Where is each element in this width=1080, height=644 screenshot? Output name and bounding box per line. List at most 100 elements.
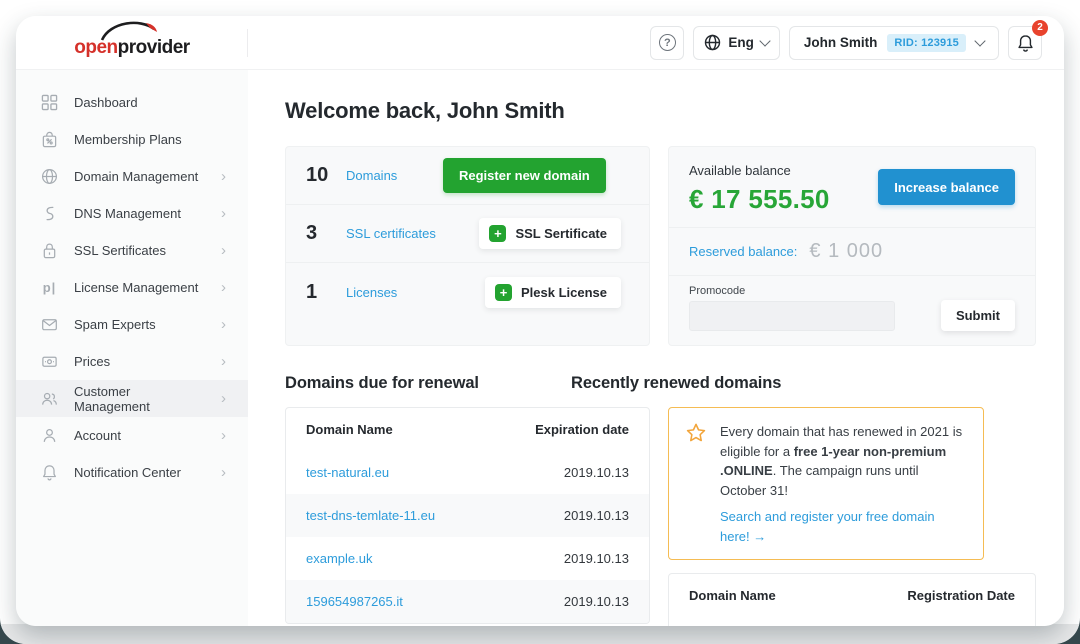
promo-banner-text: Every domain that has renewed in 2021 is…: [720, 422, 967, 546]
lock-icon: [40, 242, 59, 259]
sidebar-item-label: Domain Management: [74, 169, 198, 184]
sidebar: Dashboard Membership Plans Domain Manage…: [16, 70, 248, 626]
stat-row-licenses: 1 Licenses Plesk License: [286, 263, 649, 321]
sidebar-item-account[interactable]: Account: [16, 417, 248, 454]
chevron-down-icon: [759, 35, 770, 46]
add-ssl-sertificate-button[interactable]: SSL Sertificate: [479, 218, 621, 249]
sidebar-item-license-management[interactable]: p| License Management: [16, 269, 248, 306]
chevron-right-icon: [221, 465, 226, 480]
openprovider-logo[interactable]: openprovider: [74, 28, 189, 57]
sidebar-item-label: Account: [74, 428, 121, 443]
sidebar-item-label: License Management: [74, 280, 198, 295]
expiration-date: 2019.10.13: [564, 594, 629, 609]
table-header-row: Domain Name Registration Date: [669, 574, 1035, 617]
domains-link[interactable]: Domains: [346, 168, 431, 183]
discount-bag-icon: [40, 131, 59, 148]
ssl-count: 3: [306, 222, 346, 245]
chevron-right-icon: [221, 206, 226, 221]
chevron-right-icon: [221, 354, 226, 369]
expiration-date: 2019.10.13: [564, 508, 629, 523]
sidebar-item-label: Dashboard: [74, 95, 138, 110]
page-background-strip: [0, 624, 1080, 644]
price-card-icon: [40, 353, 59, 370]
domain-link[interactable]: 159654987265.it: [306, 594, 403, 609]
column-expiration-date: Expiration date: [535, 422, 629, 437]
plus-icon: [495, 284, 512, 301]
notification-count-badge: 2: [1032, 20, 1048, 36]
language-selector[interactable]: Eng: [693, 26, 780, 60]
reserved-balance-amount: € 1 000: [809, 240, 883, 263]
user-name: John Smith: [804, 35, 878, 50]
sidebar-item-label: Spam Experts: [74, 317, 156, 332]
renewal-column: Domain Name Expiration date test-natural…: [285, 407, 650, 626]
register-new-domain-button[interactable]: Register new domain: [443, 158, 606, 193]
button-label: SSL Sertificate: [515, 226, 607, 241]
available-balance-amount: € 17 555.50: [689, 184, 830, 215]
renewed-table: Domain Name Registration Date test-natur…: [668, 573, 1036, 626]
button-label: Plesk License: [521, 285, 607, 300]
sidebar-item-dashboard[interactable]: Dashboard: [16, 84, 248, 121]
sidebar-item-label: Membership Plans: [74, 132, 182, 147]
renewed-column: Every domain that has renewed in 2021 is…: [668, 407, 1036, 626]
licenses-link[interactable]: Licenses: [346, 285, 431, 300]
sidebar-item-membership-plans[interactable]: Membership Plans: [16, 121, 248, 158]
question-mark-icon: ?: [659, 34, 676, 51]
app-screen: openprovider ? Eng John Smi: [0, 0, 1080, 644]
topbar-controls: ? Eng John Smith RID: 123915: [650, 26, 1064, 60]
sidebar-item-notification-center[interactable]: Notification Center: [16, 454, 248, 491]
sidebar-item-customer-management[interactable]: Customer Management: [16, 380, 248, 417]
sidebar-item-domain-management[interactable]: Domain Management: [16, 158, 248, 195]
chevron-right-icon: [221, 317, 226, 332]
available-balance-label: Available balance: [689, 163, 830, 178]
promocode-label: Promocode: [689, 285, 895, 297]
table-header-row: Domain Name Expiration date: [286, 408, 649, 451]
increase-balance-button[interactable]: Increase balance: [878, 169, 1015, 205]
logo-swoosh-icon: [88, 20, 166, 42]
promocode-submit-button[interactable]: Submit: [941, 300, 1015, 331]
promo-banner: Every domain that has renewed in 2021 is…: [668, 407, 984, 560]
app-window: openprovider ? Eng John Smi: [16, 16, 1064, 626]
table-row: test-dns-temlate-11.eu 2019.10.13: [286, 494, 649, 537]
stat-row-ssl: 3 SSL certificates SSL Sertificate: [286, 205, 649, 263]
expiration-date: 2019.10.13: [564, 465, 629, 480]
domain-link[interactable]: example.uk: [306, 551, 372, 566]
table-row: 159654987265.it 2019.10.13: [286, 580, 649, 623]
chevron-down-icon: [974, 35, 985, 46]
chevron-right-icon: [221, 243, 226, 258]
reserved-balance-link[interactable]: Reserved balance:: [689, 244, 797, 259]
sidebar-item-dns-management[interactable]: DNS Management: [16, 195, 248, 232]
rid-badge: RID: 123915: [887, 34, 966, 52]
help-button[interactable]: ?: [650, 26, 684, 60]
column-domain-name: Domain Name: [689, 588, 776, 603]
table-row: example.uk 2019.10.13: [286, 537, 649, 580]
sidebar-item-ssl-sertificates[interactable]: SSL Sertificates: [16, 232, 248, 269]
column-registration-date: Registration Date: [907, 588, 1015, 603]
main-content: Welcome back, John Smith 10 Domains Regi…: [248, 70, 1064, 626]
sidebar-item-prices[interactable]: Prices: [16, 343, 248, 380]
stat-row-domains: 10 Domains Register new domain: [286, 147, 649, 205]
page-title: Welcome back, John Smith: [285, 98, 1036, 124]
ssl-certificates-link[interactable]: SSL certificates: [346, 226, 436, 241]
bell-icon: [40, 464, 59, 481]
dns-curve-icon: [40, 205, 59, 222]
available-balance-section: Available balance € 17 555.50 Increase b…: [669, 147, 1035, 228]
renewal-table: Domain Name Expiration date test-natural…: [285, 407, 650, 624]
notifications-button[interactable]: 2: [1008, 26, 1042, 60]
domain-link[interactable]: test-natural.eu: [306, 465, 389, 480]
domains-count: 10: [306, 164, 346, 187]
star-icon: [685, 422, 707, 444]
promocode-input[interactable]: [689, 301, 895, 331]
domain-link[interactable]: test-dns-temlate-11.eu: [306, 508, 435, 523]
user-menu[interactable]: John Smith RID: 123915: [789, 26, 999, 60]
globe-icon: [40, 168, 59, 185]
stats-card: 10 Domains Register new domain 3 SSL cer…: [285, 146, 650, 346]
chevron-right-icon: [221, 391, 226, 406]
sidebar-item-spam-experts[interactable]: Spam Experts: [16, 306, 248, 343]
plesk-license-icon: p|: [40, 280, 59, 295]
chevron-right-icon: [221, 169, 226, 184]
add-plesk-license-button[interactable]: Plesk License: [485, 277, 621, 308]
customers-icon: [40, 390, 59, 407]
top-bar: openprovider ? Eng John Smi: [16, 16, 1064, 70]
expiration-date: 2019.10.13: [564, 551, 629, 566]
free-domain-link[interactable]: Search and register your free domain her…: [720, 507, 967, 546]
